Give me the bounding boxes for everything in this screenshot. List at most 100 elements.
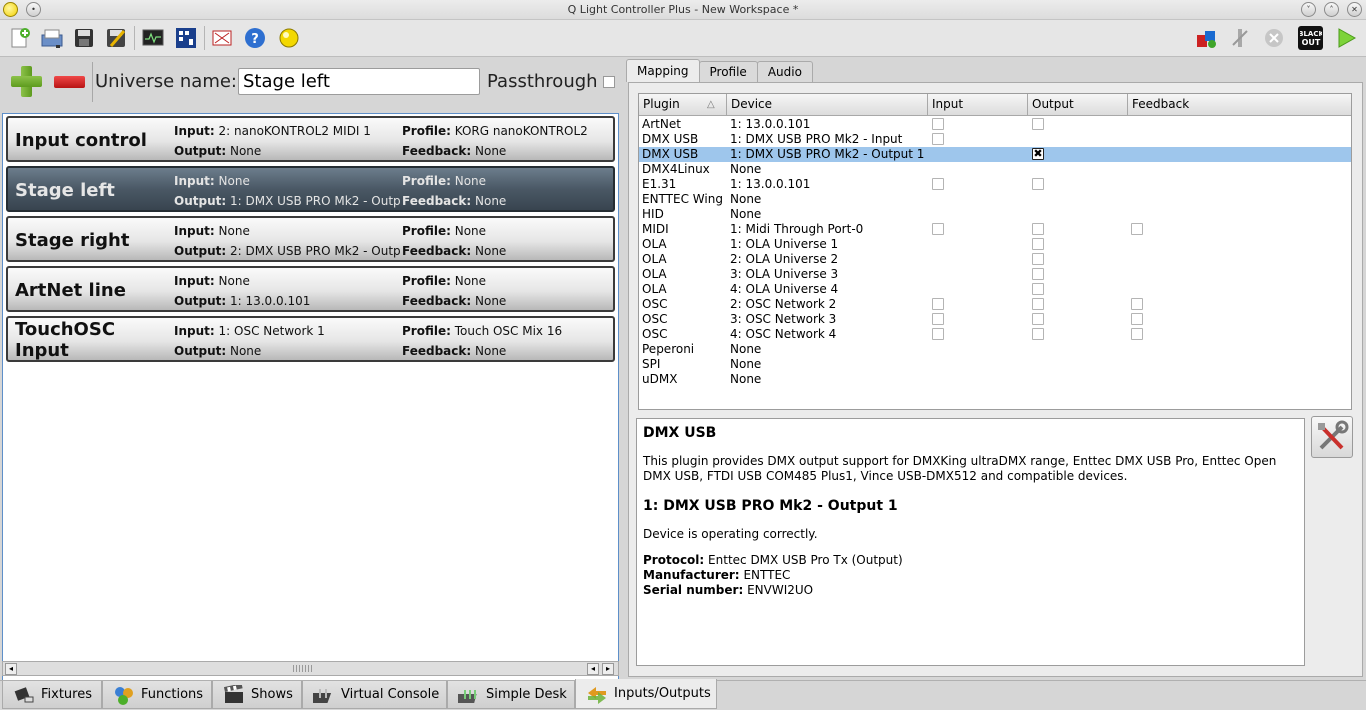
tab-audio[interactable]: Audio xyxy=(756,61,813,82)
universe-feedback: Feedback: None xyxy=(402,244,507,258)
output-checkbox[interactable]: ✖ xyxy=(1032,148,1044,160)
universe-item-stage-right[interactable]: Stage right Input: None Output: 2: DMX U… xyxy=(6,216,615,262)
column-header-plugin[interactable]: Plugin △ xyxy=(639,94,727,116)
mapping-cell-plugin: DMX4Linux xyxy=(642,162,710,176)
output-checkbox[interactable] xyxy=(1032,178,1044,190)
input-checkbox[interactable] xyxy=(932,133,944,145)
input-checkbox[interactable] xyxy=(932,328,944,340)
open-workspace-icon[interactable] xyxy=(40,26,64,50)
feedback-checkbox[interactable] xyxy=(1131,313,1143,325)
bottom-tab-shows[interactable]: Shows xyxy=(212,681,302,709)
input-checkbox[interactable] xyxy=(932,118,944,130)
bottom-tab-functions[interactable]: Functions xyxy=(102,681,212,709)
serial-row: Serial number: ENVWI2UO xyxy=(643,583,814,597)
maximize-icon[interactable]: ˄ xyxy=(1324,2,1339,17)
mapping-row[interactable]: OLA 1: OLA Universe 1 xyxy=(639,237,1351,252)
stop-all-icon[interactable] xyxy=(1262,26,1286,50)
universe-output: Output: 1: DMX USB PRO Mk2 - Outp xyxy=(174,194,401,208)
mapping-row[interactable]: Peperoni None xyxy=(639,342,1351,357)
add-universe-button[interactable] xyxy=(11,66,42,97)
minimize-icon[interactable]: ˅ xyxy=(1301,2,1316,17)
output-checkbox[interactable] xyxy=(1032,118,1044,130)
svg-text:BLACK: BLACK xyxy=(1300,30,1322,38)
input-checkbox[interactable] xyxy=(932,178,944,190)
mapping-row[interactable]: OLA 2: OLA Universe 2 xyxy=(639,252,1351,267)
tab-profile[interactable]: Profile xyxy=(698,61,758,82)
mapping-cell-device: None xyxy=(730,192,762,206)
mapping-row[interactable]: E1.31 1: 13.0.0.101 xyxy=(639,177,1351,192)
output-checkbox[interactable] xyxy=(1032,238,1044,250)
remove-universe-button[interactable] xyxy=(54,76,85,88)
output-checkbox[interactable] xyxy=(1032,283,1044,295)
save-as-icon[interactable] xyxy=(104,26,128,50)
column-header-output[interactable]: Output xyxy=(1028,94,1128,116)
feedback-checkbox[interactable] xyxy=(1131,223,1143,235)
mapping-cell-plugin: OSC xyxy=(642,297,668,311)
operate-mode-icon[interactable] xyxy=(1334,26,1358,50)
universe-feedback: Feedback: None xyxy=(402,194,507,208)
mapping-cell-device: 1: Midi Through Port-0 xyxy=(730,222,864,236)
live-edit-icon[interactable] xyxy=(1194,26,1218,50)
mapping-row[interactable]: MIDI 1: Midi Through Port-0 xyxy=(639,222,1351,237)
mapping-row[interactable]: SPI None xyxy=(639,357,1351,372)
universe-item-artnet-line[interactable]: ArtNet line Input: None Output: 1: 13.0.… xyxy=(6,266,615,312)
horizontal-scrollbar[interactable]: ◂ ◂ ▸ xyxy=(2,661,619,676)
scroll-left-icon[interactable]: ◂ xyxy=(5,663,17,675)
universe-item-touchosc-input[interactable]: TouchOSC Input Input: 1: OSC Network 1 O… xyxy=(6,316,615,362)
output-checkbox[interactable] xyxy=(1032,298,1044,310)
about-icon[interactable] xyxy=(276,26,300,50)
output-checkbox[interactable] xyxy=(1032,253,1044,265)
app-icon[interactable] xyxy=(3,2,18,17)
blackout-icon[interactable]: BLACK OUT xyxy=(1298,26,1323,50)
bottom-tab-fixtures[interactable]: Fixtures xyxy=(2,681,102,709)
passthrough-checkbox[interactable] xyxy=(603,76,615,88)
configure-plugin-button[interactable] xyxy=(1311,416,1353,458)
new-workspace-icon[interactable] xyxy=(8,26,32,50)
column-header-device[interactable]: Device xyxy=(727,94,928,116)
column-header-feedback[interactable]: Feedback xyxy=(1128,94,1351,116)
tab-mapping[interactable]: Mapping xyxy=(626,59,700,82)
mapping-row[interactable]: DMX4Linux None xyxy=(639,162,1351,177)
bottom-tab-virtual-console[interactable]: Virtual Console xyxy=(302,681,447,709)
scroll-left-icon[interactable]: ◂ xyxy=(587,663,599,675)
mapping-row[interactable]: OLA 3: OLA Universe 3 xyxy=(639,267,1351,282)
full-screen-icon[interactable] xyxy=(210,26,234,50)
universe-item-input-control[interactable]: Input control Input: 2: nanoKONTROL2 MID… xyxy=(6,116,615,162)
mapping-row[interactable]: OSC 3: OSC Network 3 xyxy=(639,312,1351,327)
monitor-icon[interactable] xyxy=(141,26,165,50)
mapping-row[interactable]: DMX USB 1: DMX USB PRO Mk2 - Input xyxy=(639,132,1351,147)
mapping-row[interactable]: DMX USB 1: DMX USB PRO Mk2 - Output 1 ✖ xyxy=(639,147,1351,162)
input-checkbox[interactable] xyxy=(932,298,944,310)
mapping-row[interactable]: OSC 4: OSC Network 4 xyxy=(639,327,1351,342)
scroll-right-icon[interactable]: ▸ xyxy=(602,663,614,675)
plugin-description: This plugin provides DMX output support … xyxy=(643,454,1277,483)
input-checkbox[interactable] xyxy=(932,313,944,325)
mapping-row[interactable]: OLA 4: OLA Universe 4 xyxy=(639,282,1351,297)
column-header-input[interactable]: Input xyxy=(928,94,1028,116)
universe-name-input[interactable]: Stage left xyxy=(238,68,480,95)
universe-item-stage-left[interactable]: Stage left Input: None Output: 1: DMX US… xyxy=(6,166,615,212)
mapping-row[interactable]: ENTTEC Wing None xyxy=(639,192,1351,207)
output-checkbox[interactable] xyxy=(1032,313,1044,325)
mapping-row[interactable]: HID None xyxy=(639,207,1351,222)
mapping-row[interactable]: uDMX None xyxy=(639,372,1351,387)
mapping-cell-device: 1: DMX USB PRO Mk2 - Input xyxy=(730,132,903,146)
feedback-checkbox[interactable] xyxy=(1131,298,1143,310)
output-checkbox[interactable] xyxy=(1032,223,1044,235)
feedback-checkbox[interactable] xyxy=(1131,328,1143,340)
output-checkbox[interactable] xyxy=(1032,328,1044,340)
close-icon[interactable]: ✕ xyxy=(1347,2,1362,17)
save-workspace-icon[interactable] xyxy=(72,26,96,50)
help-icon[interactable]: ? xyxy=(243,26,267,50)
window-menu-icon[interactable]: • xyxy=(26,2,41,17)
mapping-row[interactable]: OSC 2: OSC Network 2 xyxy=(639,297,1351,312)
grand-master-icon[interactable] xyxy=(1228,26,1252,50)
bottom-tab-inputs-outputs[interactable]: Inputs/Outputs xyxy=(575,679,717,709)
address-tool-icon[interactable] xyxy=(174,26,198,50)
input-checkbox[interactable] xyxy=(932,223,944,235)
title-bar: • Q Light Controller Plus - New Workspac… xyxy=(0,0,1366,20)
mapping-cell-plugin: Peperoni xyxy=(642,342,695,356)
bottom-tab-simple-desk[interactable]: Simple Desk xyxy=(447,681,575,709)
output-checkbox[interactable] xyxy=(1032,268,1044,280)
mapping-row[interactable]: ArtNet 1: 13.0.0.101 xyxy=(639,117,1351,132)
